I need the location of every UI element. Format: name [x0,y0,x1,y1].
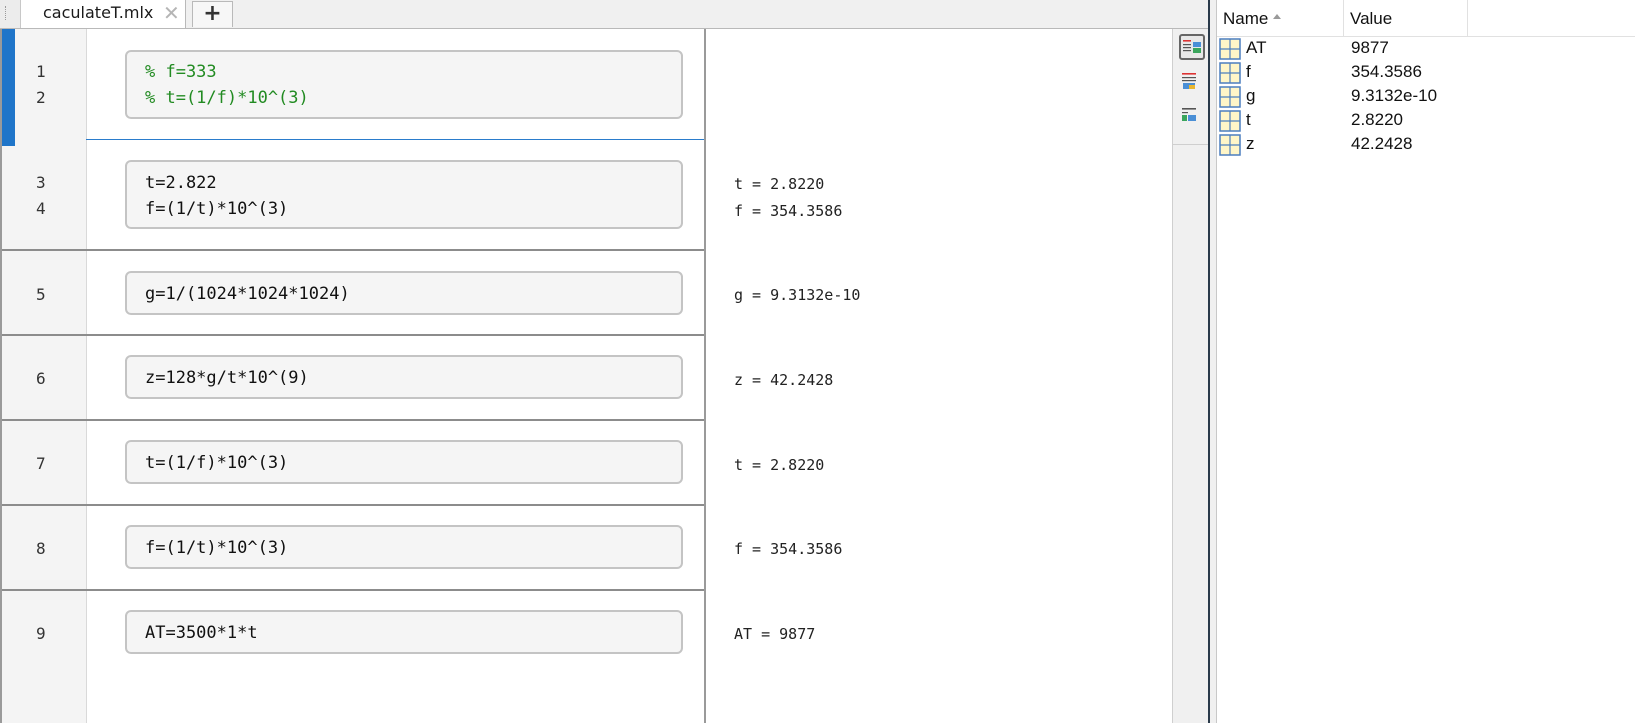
code-block[interactable]: AT=3500*1*t [125,610,683,654]
workspace-header: Name Value [1217,0,1635,37]
workspace-row[interactable]: g 9.3132e-10 [1217,85,1635,109]
line-number: 8 [36,539,46,558]
line-number: 3 [36,173,46,192]
code-line[interactable]: % f=333 [145,62,217,82]
matrix-icon [1219,110,1241,132]
variable-name: t [1246,110,1251,129]
workspace-panel: Name Value AT 9877 f 354.3586 g 9.3132e-… [1217,0,1635,723]
output-line: t = 2.8220 [734,456,825,474]
output-line: f = 354.3586 [734,202,843,220]
live-editor: 1 2 % f=333 % t=(1/f)*10^(3) 3 4 t=2.822… [0,29,1210,723]
variable-value: 9877 [1351,38,1389,57]
code-block[interactable]: z=128*g/t*10^(9) [125,355,683,399]
section-divider [2,334,705,336]
variable-value: 9.3132e-10 [1351,86,1438,105]
pane-splitter-gap[interactable] [1210,0,1217,723]
code-block[interactable]: g=1/(1024*1024*1024) [125,271,683,315]
output-line: f = 354.3586 [734,540,843,558]
column-header-value[interactable]: Value [1344,0,1468,36]
matrix-icon [1219,62,1241,84]
section-divider [2,589,705,591]
line-number: 5 [36,285,46,304]
line-number: 4 [36,199,46,218]
output-line: AT = 9877 [734,625,816,643]
column-header-label: Name [1223,9,1269,28]
code-block[interactable]: f=(1/t)*10^(3) [125,525,683,569]
workspace-row[interactable]: t 2.8220 [1217,109,1635,133]
code-line[interactable]: AT=3500*1*t [145,623,258,643]
line-number: 2 [36,88,46,107]
output-inline-icon[interactable] [1179,70,1205,96]
variable-name: z [1246,134,1255,153]
variable-name: AT [1246,38,1267,57]
active-section-marker [0,29,15,146]
output-line: g = 9.3132e-10 [734,286,861,304]
column-header-label: Value [1350,9,1393,28]
matrix-icon [1219,86,1241,108]
variable-value: 354.3586 [1351,62,1422,81]
workspace-row[interactable]: f 354.3586 [1217,61,1635,85]
line-number: 6 [36,369,46,388]
output-line: t = 2.8220 [734,175,825,193]
line-number: 9 [36,624,46,643]
section-divider [2,419,705,421]
variable-name: g [1246,86,1256,105]
section-divider [86,139,705,140]
output-layout-toolbar [1172,29,1209,723]
variable-value: 2.8220 [1351,110,1403,129]
matrix-icon [1219,38,1241,60]
line-number: 7 [36,454,46,473]
editor-tab-bar: caculateT.mlx ✕ + [0,0,1210,29]
code-line[interactable]: t=2.822 [145,173,217,193]
output-line: z = 42.2428 [734,371,834,389]
new-tab-button[interactable]: + [192,1,233,27]
code-block[interactable]: % f=333 % t=(1/f)*10^(3) [125,50,683,119]
close-icon[interactable]: ✕ [163,1,180,25]
tab-grip-handle[interactable] [0,0,21,28]
code-line[interactable]: z=128*g/t*10^(9) [145,368,309,388]
code-output-divider [704,29,706,723]
section-divider [2,504,705,506]
line-number: 1 [36,62,46,81]
editor-left-border [0,29,2,723]
matrix-icon [1219,134,1241,156]
code-line[interactable]: % t=(1/f)*10^(3) [145,88,309,108]
code-block[interactable]: t=2.822 f=(1/t)*10^(3) [125,160,683,229]
output-right-icon[interactable] [1179,34,1205,60]
variable-name: f [1246,62,1251,81]
tab-file-label: caculateT.mlx [43,3,154,22]
workspace-row[interactable]: z 42.2428 [1217,133,1635,157]
tab-file[interactable]: caculateT.mlx ✕ [21,0,186,28]
code-line[interactable]: f=(1/t)*10^(3) [145,538,288,558]
sort-ascending-icon [1273,14,1281,19]
column-header-name[interactable]: Name [1217,0,1344,36]
code-block[interactable]: t=(1/f)*10^(3) [125,440,683,484]
code-line[interactable]: g=1/(1024*1024*1024) [145,284,350,304]
workspace-row[interactable]: AT 9877 [1217,37,1635,61]
code-line[interactable]: t=(1/f)*10^(3) [145,453,288,473]
section-divider [2,249,705,251]
code-line[interactable]: f=(1/t)*10^(3) [145,199,288,219]
variable-value: 42.2428 [1351,134,1413,153]
hide-code-icon[interactable] [1179,105,1205,131]
